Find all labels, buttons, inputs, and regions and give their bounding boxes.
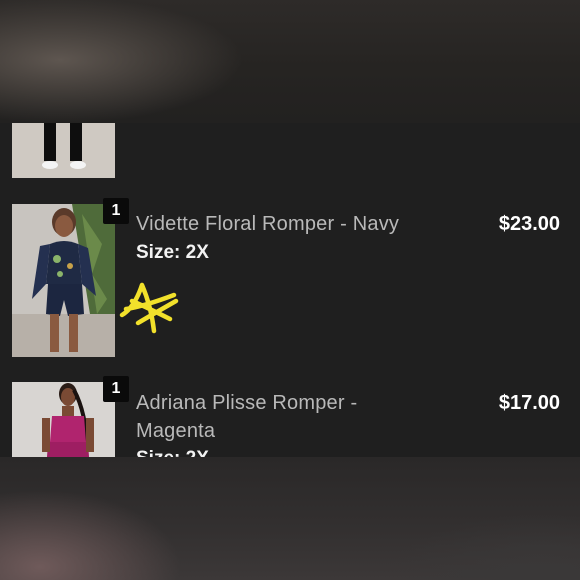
vidette-romper-photo xyxy=(12,204,115,357)
item-name-line-1: Adriana Plisse Romper - xyxy=(136,392,358,414)
adriana-romper-photo xyxy=(12,382,115,457)
item-size: Size: 2X xyxy=(136,447,209,457)
yellow-star-scribble-icon xyxy=(119,282,179,334)
previous-item-photo xyxy=(12,123,115,178)
item-name-line-2: Magenta xyxy=(136,420,216,442)
quantity-badge: 1 xyxy=(103,376,129,402)
item-name[interactable]: Adriana Plisse Romper - Magenta xyxy=(136,389,466,445)
item-image-adriana-romper[interactable] xyxy=(12,382,115,457)
item-size: Size: 2X xyxy=(136,242,209,263)
item-price: $23.00 xyxy=(498,213,560,235)
item-image-vidette-romper[interactable] xyxy=(12,204,115,357)
blurred-background-bottom xyxy=(0,457,580,580)
previous-item-image[interactable] xyxy=(12,123,115,178)
item-name[interactable]: Vidette Floral Romper - Navy xyxy=(136,210,466,238)
item-price: $17.00 xyxy=(498,392,560,414)
quantity-badge: 1 xyxy=(103,198,129,224)
photo-frame: 1 Vidette Floral Romper - Navy Size: 2X … xyxy=(0,0,580,580)
blurred-background-top xyxy=(0,0,580,123)
cart-screen: 1 Vidette Floral Romper - Navy Size: 2X … xyxy=(0,123,580,457)
